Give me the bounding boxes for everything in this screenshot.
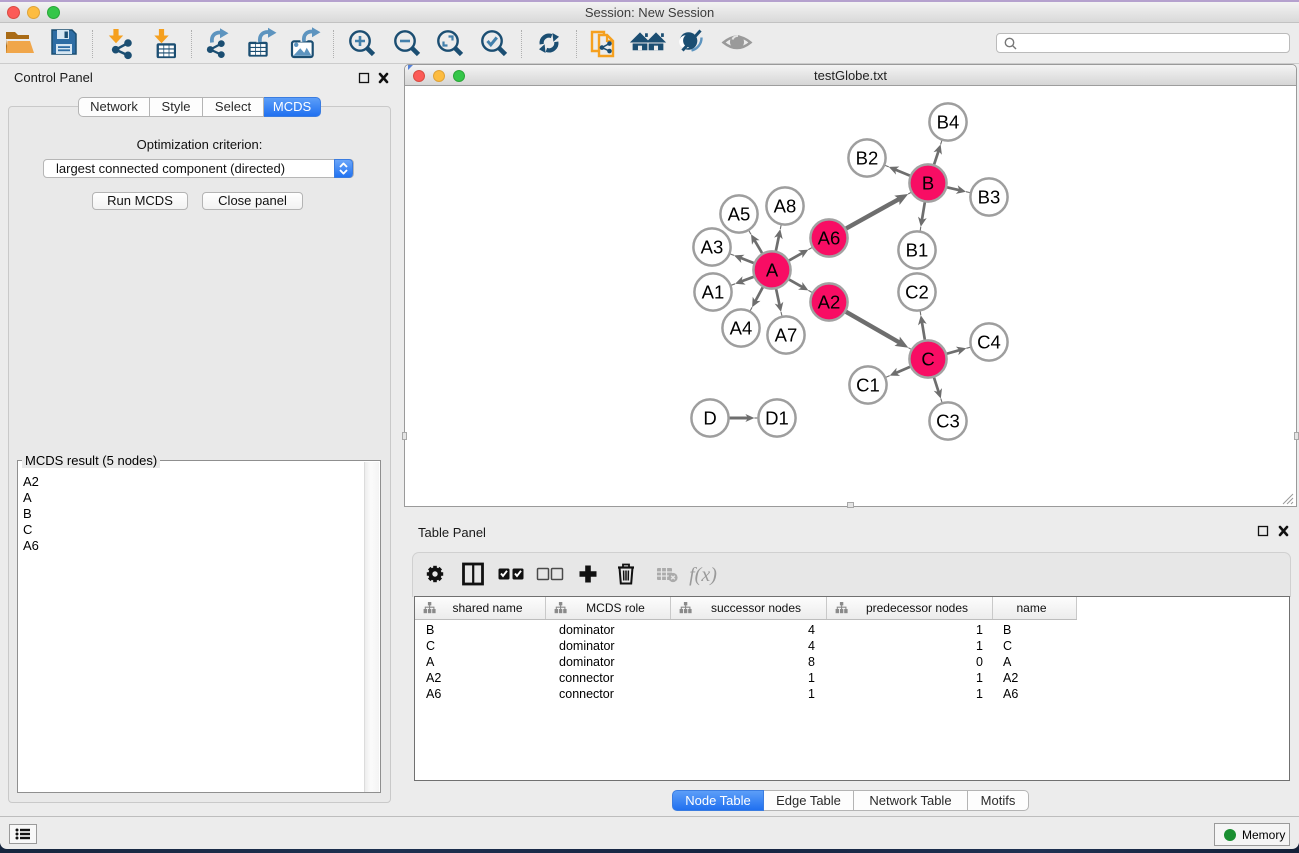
svg-text:B: B bbox=[922, 173, 934, 194]
svg-text:A1: A1 bbox=[702, 282, 725, 303]
svg-text:A2: A2 bbox=[818, 292, 841, 313]
svg-text:A: A bbox=[766, 260, 779, 281]
svg-text:C4: C4 bbox=[977, 332, 1001, 353]
svg-text:C2: C2 bbox=[905, 282, 929, 303]
svg-text:A6: A6 bbox=[818, 228, 841, 249]
svg-text:A8: A8 bbox=[774, 196, 797, 217]
svg-text:A3: A3 bbox=[701, 237, 724, 258]
svg-text:C1: C1 bbox=[856, 375, 880, 396]
svg-text:B3: B3 bbox=[978, 187, 1001, 208]
svg-text:A4: A4 bbox=[730, 318, 753, 339]
svg-text:A7: A7 bbox=[775, 325, 798, 346]
svg-text:C3: C3 bbox=[936, 411, 960, 432]
svg-text:B4: B4 bbox=[937, 112, 960, 133]
svg-text:D1: D1 bbox=[765, 408, 789, 429]
svg-text:A5: A5 bbox=[728, 204, 751, 225]
svg-text:C: C bbox=[921, 349, 934, 370]
svg-text:B1: B1 bbox=[906, 240, 929, 261]
svg-text:B2: B2 bbox=[856, 148, 879, 169]
svg-text:f(x): f(x) bbox=[689, 564, 717, 586]
svg-text:D: D bbox=[703, 408, 716, 429]
